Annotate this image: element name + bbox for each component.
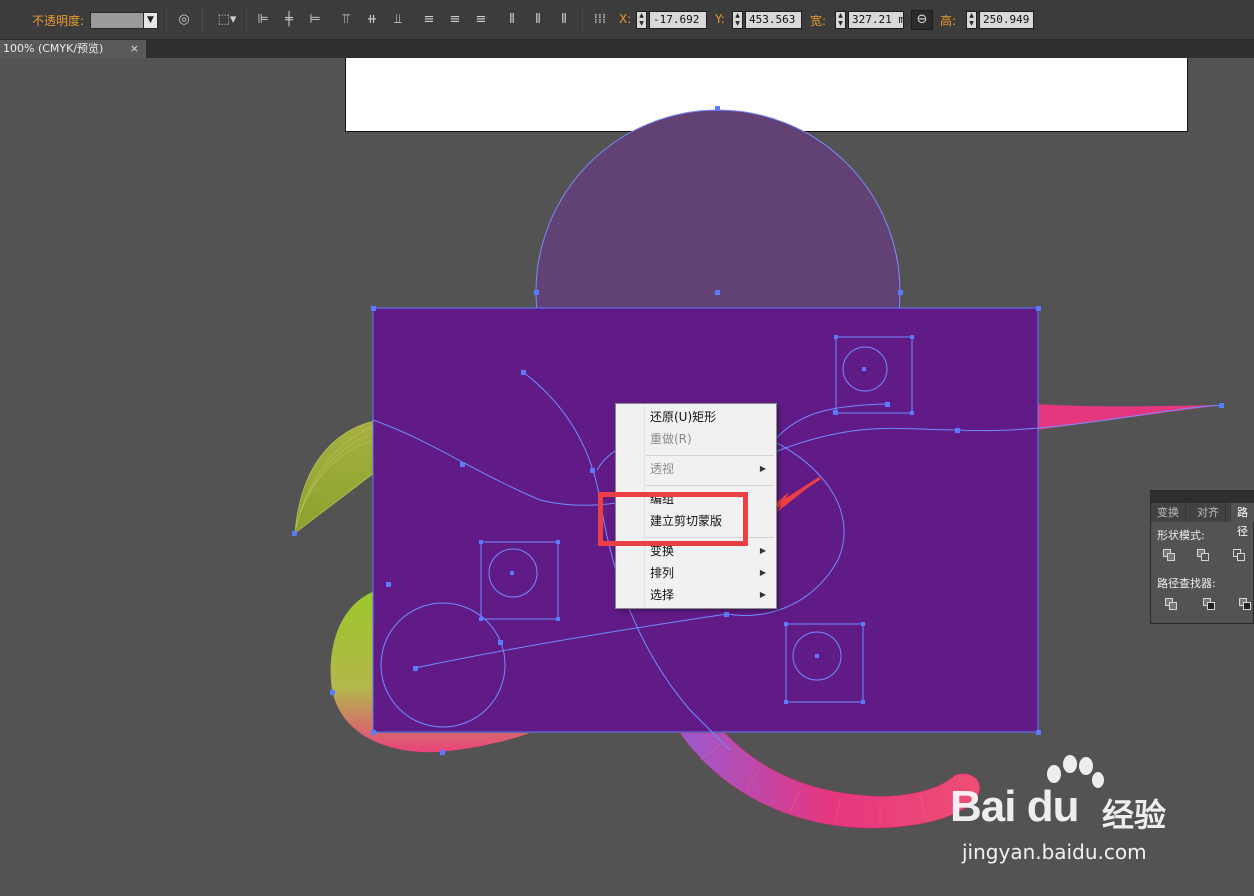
- align-vcenter-icon[interactable]: ⧺: [364, 12, 380, 28]
- height-spinner[interactable]: ▲ ▼: [966, 11, 977, 29]
- menu-separator: [646, 485, 774, 486]
- menu-item-label: 排列: [650, 566, 675, 580]
- baidu-watermark: Bai du 经验 jingyan.baidu.com: [950, 755, 1200, 870]
- menu-item-arrange[interactable]: 排列 ▶: [616, 563, 776, 583]
- x-label: X:: [619, 12, 632, 26]
- divide-icon[interactable]: [1165, 598, 1179, 610]
- shape-modes-label: 形状模式:: [1157, 529, 1205, 542]
- submenu-arrow-icon: ▶: [759, 546, 766, 555]
- unite-icon[interactable]: [1163, 549, 1177, 561]
- width-label: 宽:: [810, 14, 827, 28]
- toolbar-divider: [246, 8, 247, 32]
- align-left-icon[interactable]: ⊫: [255, 12, 271, 28]
- toolbar-divider: [202, 8, 203, 32]
- merge-icon[interactable]: [1239, 598, 1253, 610]
- menu-item-label: 透视: [650, 462, 675, 476]
- x-field[interactable]: -17.692: [649, 11, 707, 29]
- panel-header[interactable]: [1151, 491, 1254, 503]
- transform-grid-icon[interactable]: ⁞⁞⁞: [590, 12, 610, 28]
- control-toolbar: 不透明度: ▼ ◎ ⬚▾ ⊫ ╪ ⊨ ⫪ ⧺ ⫫ ≡ ≡ ≡ ⦀ ⦀ ⦀ ⁞⁞⁞…: [0, 0, 1254, 40]
- menu-item-undo-rectangle[interactable]: 还原(U)矩形: [616, 407, 776, 427]
- highlight-box: [598, 492, 748, 546]
- intersect-icon[interactable]: [1233, 549, 1247, 561]
- align-bottom-icon[interactable]: ⫫: [390, 12, 406, 28]
- document-tab-title: 100% (CMYK/预览): [3, 42, 104, 55]
- distribute-bottom-icon[interactable]: ≡: [473, 12, 489, 28]
- submenu-arrow-icon: ▶: [759, 590, 766, 599]
- menu-item-select[interactable]: 选择 ▶: [616, 585, 776, 605]
- height-label: 高:: [940, 14, 957, 28]
- x-spinner[interactable]: ▲ ▼: [636, 11, 647, 29]
- distribute-top-icon[interactable]: ≡: [421, 12, 437, 28]
- minus-front-icon[interactable]: [1197, 549, 1211, 561]
- baidu-url: jingyan.baidu.com: [962, 840, 1147, 864]
- pathfinder-label: 路径查找器:: [1157, 577, 1216, 590]
- green-fan-shape[interactable]: [294, 419, 379, 534]
- y-spinner[interactable]: ▲ ▼: [732, 11, 743, 29]
- align-right-icon[interactable]: ⊨: [307, 12, 323, 28]
- close-icon[interactable]: ×: [130, 40, 139, 58]
- select-similar-icon[interactable]: ⬚▾: [214, 12, 240, 28]
- recolor-icon[interactable]: ◎: [176, 12, 192, 28]
- link-icon[interactable]: ⊖: [911, 10, 933, 30]
- height-field[interactable]: 250.949: [979, 11, 1034, 29]
- opacity-label: 不透明度:: [32, 14, 85, 28]
- y-label: Y:: [715, 12, 725, 26]
- width-field[interactable]: 327.21 m: [848, 11, 904, 29]
- menu-separator: [646, 455, 774, 456]
- opacity-swatch[interactable]: [90, 12, 144, 29]
- distribute-vcenter-icon[interactable]: ≡: [447, 12, 463, 28]
- baidu-logo-cn: 经验: [1102, 796, 1167, 834]
- align-top-icon[interactable]: ⫪: [338, 12, 354, 28]
- toolbar-divider: [582, 8, 583, 32]
- distribute-hcenter-icon[interactable]: ⦀: [530, 12, 546, 28]
- pathfinder-panel: 变换 对齐 路径 形状模式: 路径查找器:: [1150, 490, 1254, 624]
- submenu-arrow-icon: ▶: [759, 464, 766, 473]
- tab-transform[interactable]: 变换: [1151, 503, 1186, 522]
- width-spinner[interactable]: ▲ ▼: [835, 11, 846, 29]
- menu-item-label: 重做(R): [650, 432, 692, 446]
- y-field[interactable]: 453.563: [745, 11, 802, 29]
- opacity-dropdown-icon[interactable]: ▼: [143, 12, 158, 29]
- document-tab-bar: 100% (CMYK/预览) ×: [0, 40, 1254, 58]
- tab-align[interactable]: 对齐: [1191, 503, 1226, 522]
- document-tab[interactable]: 100% (CMYK/预览) ×: [0, 40, 146, 58]
- pink-tube-shape[interactable]: [679, 732, 980, 829]
- submenu-arrow-icon: ▶: [759, 568, 766, 577]
- tab-pathfinder[interactable]: 路径: [1231, 503, 1254, 538]
- menu-item-label: 还原(U)矩形: [650, 410, 717, 424]
- panel-tabs: 变换 对齐 路径: [1151, 503, 1254, 538]
- trim-icon[interactable]: [1203, 598, 1217, 610]
- menu-item-label: 变换: [650, 544, 675, 558]
- distribute-right-icon[interactable]: ⦀: [556, 12, 572, 28]
- menu-item-redo: 重做(R): [616, 429, 776, 449]
- align-hcenter-icon[interactable]: ╪: [281, 12, 297, 28]
- menu-item-perspective: 透视 ▶: [616, 459, 776, 479]
- baidu-logo-text: Bai du: [950, 782, 1079, 831]
- toolbar-divider: [166, 8, 167, 32]
- menu-item-label: 选择: [650, 588, 675, 602]
- distribute-left-icon[interactable]: ⦀: [504, 12, 520, 28]
